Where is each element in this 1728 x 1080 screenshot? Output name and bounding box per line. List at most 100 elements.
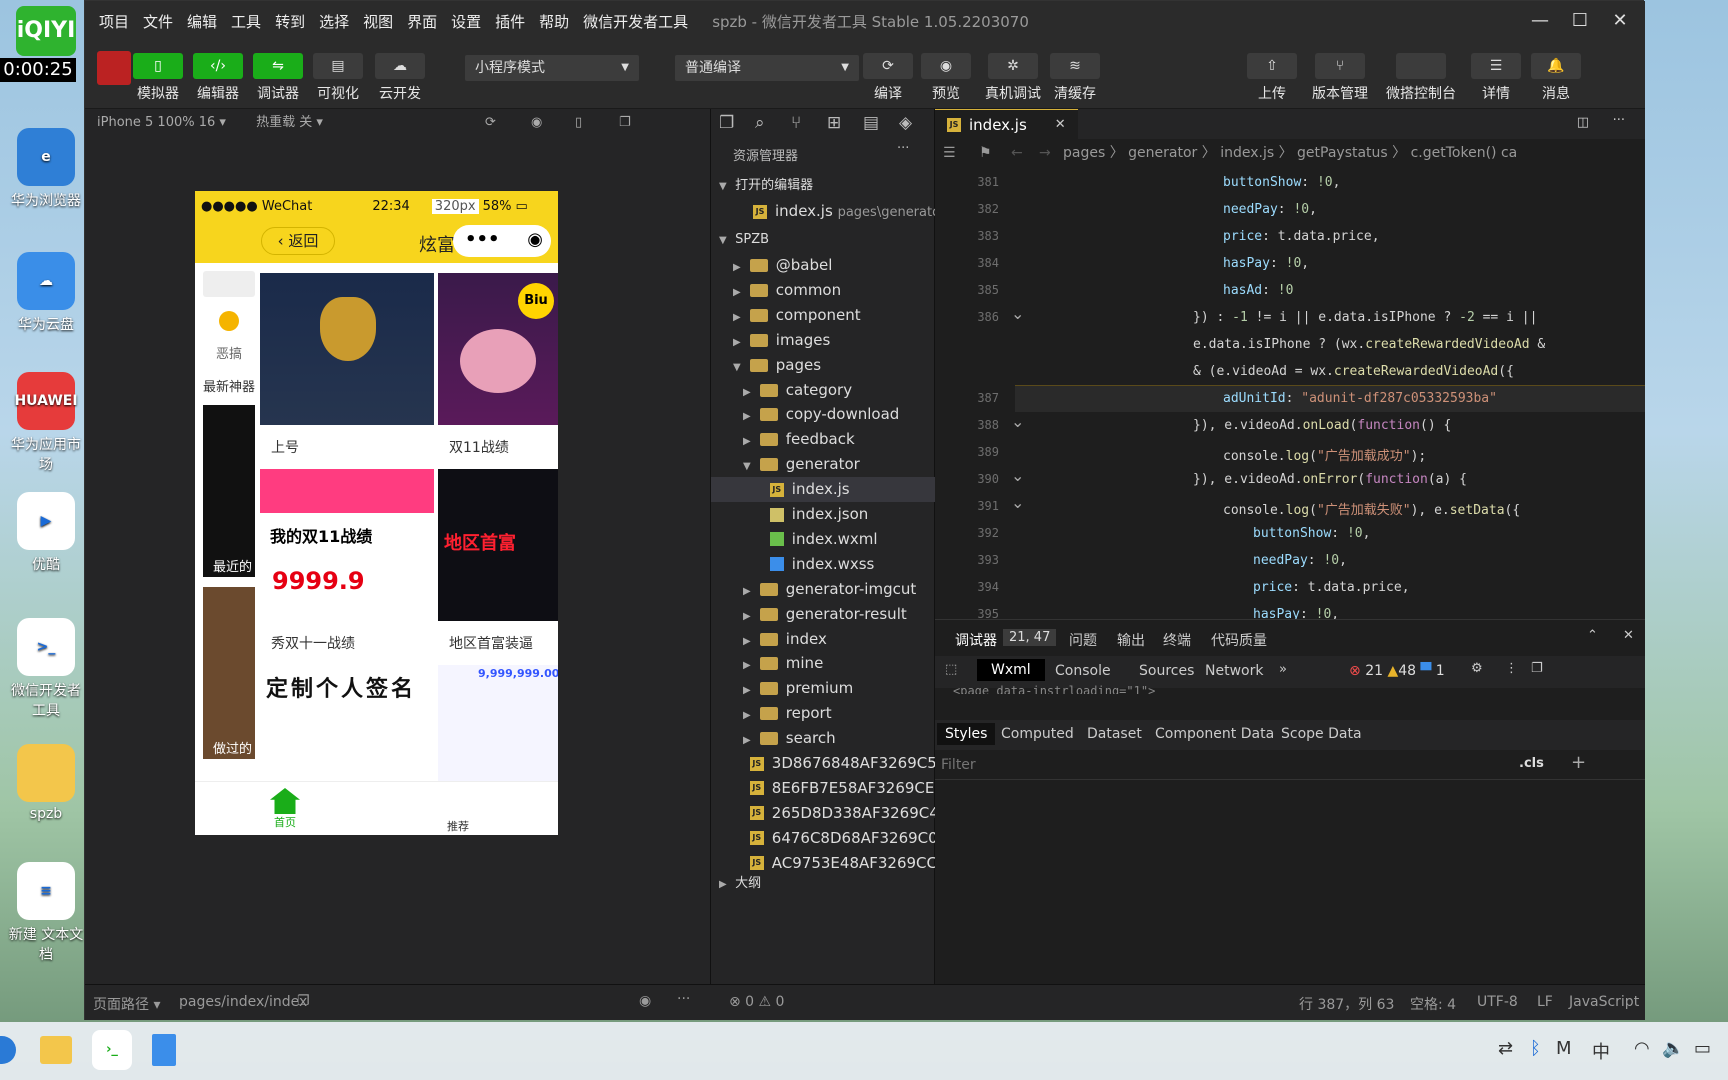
cursor-position[interactable]: 行 387，列 63 — [1299, 994, 1394, 1014]
minimize-button[interactable]: — — [1523, 7, 1557, 35]
list-icon[interactable]: ☰ — [943, 139, 956, 167]
page-path-select[interactable]: 页面路径 ▾ — [93, 994, 160, 1014]
tree-item[interactable]: ▶ copy-download — [711, 402, 935, 427]
bookmark-icon[interactable]: ⚑ — [979, 139, 992, 167]
error-count[interactable]: ⊗ 21 ▲48 ▀ 1 — [1349, 663, 1445, 679]
menu-item[interactable]: 帮助 — [539, 11, 569, 32]
menu-item[interactable]: 视图 — [363, 11, 393, 32]
indent-spaces[interactable]: 空格: 4 — [1410, 994, 1456, 1014]
tree-item[interactable]: ▶ index — [711, 627, 935, 652]
code-line[interactable]: console.log("广告加载成功"); — [1223, 445, 1426, 464]
more-icon[interactable]: ··· — [677, 991, 690, 1007]
preview-button[interactable]: ◉ 预览 — [921, 53, 971, 103]
menu-item[interactable]: 微信开发者工具 — [583, 11, 688, 32]
thumb-left-2[interactable]: 做过的 — [203, 587, 255, 759]
source-control-icon[interactable]: ⑂ — [791, 113, 801, 133]
editor-button[interactable]: ‹/› 编辑器 — [193, 53, 243, 103]
menu-item[interactable]: 文件 — [143, 11, 173, 32]
compile-button[interactable]: ⟳ 编译 — [863, 53, 913, 103]
tree-item[interactable]: ▶ @babel — [711, 253, 935, 278]
style-tab[interactable]: Scope Data — [1281, 726, 1362, 742]
code-line[interactable]: e.data.isIPhone ? (wx.createRewardedVide… — [1193, 337, 1545, 352]
code-line[interactable]: needPay: !0, — [1253, 553, 1347, 568]
tree-item[interactable]: ▶ report — [711, 701, 935, 726]
desktop-icon[interactable]: ▶ 优酷 — [6, 492, 86, 574]
desktop-icon[interactable]: ☁ 华为云盘 — [6, 252, 86, 334]
tree-item[interactable]: JS 6476C8D68AF3269C02... — [711, 826, 935, 851]
card-wealth[interactable]: 9,999,999.00 — [438, 665, 558, 781]
tree-item[interactable]: ▶ mine — [711, 651, 935, 676]
tree-item[interactable]: ▶ premium — [711, 676, 935, 701]
devtools-tab[interactable]: 问题 — [1069, 630, 1097, 650]
card-show-double11[interactable]: 我的双11战绩 9999.9 — [260, 469, 434, 621]
tree-item[interactable]: ▶ images — [711, 328, 935, 353]
code-line[interactable]: hasPay: !0, — [1253, 607, 1339, 619]
tree-item[interactable]: ▶ generator-result — [711, 602, 935, 627]
menu-item[interactable]: 项目 — [99, 11, 129, 32]
card-region-rich[interactable]: 地区首富 — [438, 469, 558, 621]
capsule-menu[interactable]: ••• ◉ — [453, 225, 551, 257]
style-tab[interactable]: Styles — [937, 723, 996, 745]
desktop-icon[interactable]: spzb — [6, 744, 86, 822]
editor-tab-index-js[interactable]: JS index.js ✕ — [935, 109, 1078, 139]
start-icon[interactable] — [0, 1036, 16, 1064]
desktop-icon[interactable]: e 华为浏览器 — [6, 128, 86, 210]
code-line[interactable]: }), e.videoAd.onLoad(function() { — [1193, 418, 1451, 433]
tab-recommend[interactable]: 推荐 — [447, 818, 469, 834]
tree-item[interactable]: ▶ common — [711, 278, 935, 303]
more-tabs-icon[interactable]: » — [1279, 662, 1287, 677]
code-line[interactable]: buttonShow: !0, — [1223, 175, 1340, 190]
details-button[interactable]: ☰ 详情 — [1471, 53, 1521, 103]
more-actions-icon[interactable]: ··· — [1613, 113, 1625, 128]
tree-item[interactable]: ▶ search — [711, 726, 935, 751]
menu-item[interactable]: 转到 — [275, 11, 305, 32]
problems-count[interactable]: ⊗ 0 ⚠ 0 — [729, 994, 784, 1010]
kebab-icon[interactable]: ⋮ — [1505, 661, 1518, 676]
visual-button[interactable]: ▤ 可视化 — [313, 53, 363, 103]
devtools-tab[interactable]: 调试器 — [955, 630, 997, 650]
close-window-button[interactable]: ✕ — [1603, 7, 1637, 35]
inner-tab[interactable]: Wxml — [977, 659, 1045, 681]
menu-item[interactable]: 界面 — [407, 11, 437, 32]
code-line[interactable]: & (e.videoAd = wx.createRewardedVideoAd(… — [1193, 364, 1514, 379]
search-pill[interactable] — [203, 271, 255, 297]
upload-button[interactable]: ⇧ 上传 — [1247, 53, 1297, 103]
tree-item[interactable]: index.wxml — [711, 527, 935, 552]
tree-item[interactable]: index.wxss — [711, 552, 935, 577]
code-line[interactable]: }), e.videoAd.onError(function(a) { — [1193, 472, 1467, 487]
back-button[interactable]: ‹ 返回 — [261, 227, 335, 255]
inner-tab[interactable]: Network — [1205, 663, 1263, 679]
inspect-icon[interactable]: ⬚ — [945, 662, 957, 677]
menu-item[interactable]: 设置 — [451, 11, 481, 32]
detach-icon[interactable]: ❐ — [619, 109, 631, 137]
search-icon[interactable]: ⌕ — [755, 113, 765, 133]
project-header[interactable]: ▼ SPZB — [711, 227, 935, 252]
maximize-button[interactable]: ☐ — [1563, 7, 1597, 35]
code-line[interactable]: hasPay: !0, — [1223, 256, 1309, 271]
devtools-tab[interactable]: 终端 — [1163, 630, 1191, 650]
console-button[interactable]: 微搭控制台 — [1381, 53, 1461, 103]
compile-select[interactable]: 普通编译 ▼ — [675, 55, 859, 81]
code-line[interactable]: hasAd: !0 — [1223, 283, 1293, 298]
fold-chevron-icon[interactable]: ⌄ — [1011, 466, 1024, 485]
code-line[interactable]: }) : -1 != i || e.data.isIPhone ? -2 == … — [1193, 310, 1537, 325]
outline-header[interactable]: ▶ 大纲 — [711, 871, 935, 896]
code-line[interactable]: console.log("广告加载失败"), e.setData({ — [1223, 499, 1520, 518]
desktop-icon[interactable]: ≡ 新建 文本文档 — [6, 862, 86, 964]
bluetooth-icon[interactable]: ᛒ — [1530, 1038, 1541, 1059]
collapse-icon[interactable]: ⌃ — [1587, 628, 1598, 643]
close-panel-icon[interactable]: ✕ — [1623, 628, 1634, 643]
notepad-icon[interactable] — [152, 1034, 176, 1066]
phone-icon[interactable]: ▯ — [575, 109, 582, 137]
docker-icon[interactable]: ◈ — [899, 113, 912, 133]
wifi-icon[interactable]: ◠ — [1634, 1038, 1650, 1059]
tree-item[interactable]: index.json — [711, 502, 935, 527]
messages-button[interactable]: 🔔 消息 — [1531, 53, 1581, 103]
fold-chevron-icon[interactable]: ⌄ — [1011, 412, 1024, 431]
extensions-icon[interactable]: ⊞ — [827, 113, 841, 133]
cls-toggle[interactable]: .cls — [1519, 756, 1544, 771]
debugger-button[interactable]: ⇋ 调试器 — [253, 53, 303, 103]
fold-chevron-icon[interactable]: ⌄ — [1011, 304, 1024, 323]
open-editors-header[interactable]: ▼ 打开的编辑器 — [711, 173, 935, 198]
close-tab-icon[interactable]: ✕ — [1055, 117, 1066, 132]
